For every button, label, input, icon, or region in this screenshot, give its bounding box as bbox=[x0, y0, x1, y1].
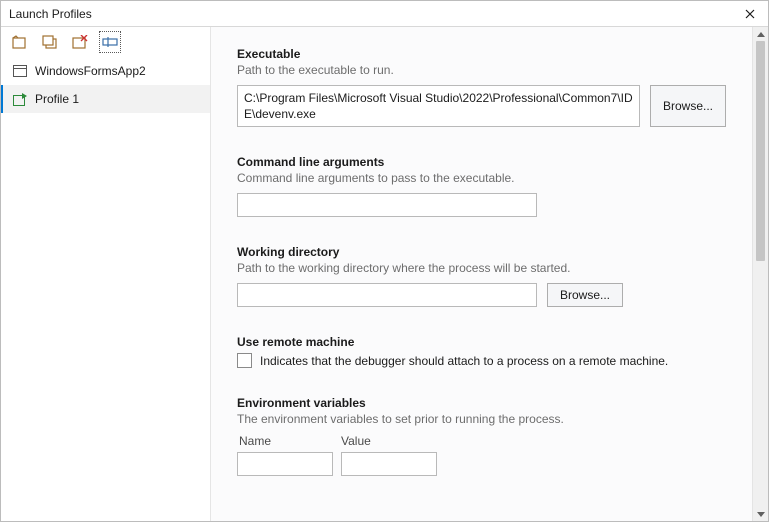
args-heading: Command line arguments bbox=[237, 155, 726, 169]
profile-item-label: WindowsFormsApp2 bbox=[35, 64, 146, 78]
profile-item-profile1[interactable]: Profile 1 bbox=[1, 85, 210, 113]
vertical-scrollbar[interactable] bbox=[752, 27, 768, 521]
env-desc: The environment variables to set prior t… bbox=[237, 412, 726, 426]
env-col-value: Value bbox=[341, 434, 371, 448]
titlebar: Launch Profiles bbox=[1, 1, 768, 27]
main-area: WindowsFormsApp2 Profile 1 Executable Pa… bbox=[1, 27, 768, 521]
profiles-list: WindowsFormsApp2 Profile 1 bbox=[1, 57, 210, 521]
remote-heading: Use remote machine bbox=[237, 335, 726, 349]
exe-icon bbox=[13, 93, 27, 106]
env-heading: Environment variables bbox=[237, 396, 726, 410]
content-wrap: Executable Path to the executable to run… bbox=[211, 27, 768, 521]
window-icon bbox=[13, 65, 27, 77]
executable-input[interactable]: C:\Program Files\Microsoft Visual Studio… bbox=[237, 85, 640, 127]
profile-item-label: Profile 1 bbox=[35, 92, 79, 106]
executable-desc: Path to the executable to run. bbox=[237, 63, 726, 77]
args-input[interactable] bbox=[237, 193, 537, 217]
workdir-desc: Path to the working directory where the … bbox=[237, 261, 726, 275]
env-col-name: Name bbox=[239, 434, 271, 448]
section-env: Environment variables The environment va… bbox=[237, 396, 726, 476]
workdir-heading: Working directory bbox=[237, 245, 726, 259]
workdir-input[interactable] bbox=[237, 283, 537, 307]
duplicate-profile-icon[interactable] bbox=[41, 33, 59, 51]
remote-label: Indicates that the debugger should attac… bbox=[260, 354, 668, 368]
delete-profile-icon[interactable] bbox=[71, 33, 89, 51]
rename-profile-icon[interactable] bbox=[101, 33, 119, 51]
scroll-up-icon[interactable] bbox=[753, 27, 768, 41]
env-name-input[interactable] bbox=[237, 452, 333, 476]
sidebar: WindowsFormsApp2 Profile 1 bbox=[1, 27, 211, 521]
section-workdir: Working directory Path to the working di… bbox=[237, 245, 726, 307]
close-button[interactable] bbox=[736, 3, 764, 25]
window-title: Launch Profiles bbox=[9, 7, 736, 21]
executable-browse-button[interactable]: Browse... bbox=[650, 85, 726, 127]
scroll-down-icon[interactable] bbox=[753, 507, 768, 521]
section-args: Command line arguments Command line argu… bbox=[237, 155, 726, 217]
executable-heading: Executable bbox=[237, 47, 726, 61]
sidebar-toolbar bbox=[1, 27, 210, 57]
scrollbar-thumb[interactable] bbox=[756, 41, 765, 261]
profile-item-windowsformsapp2[interactable]: WindowsFormsApp2 bbox=[1, 57, 210, 85]
env-value-input[interactable] bbox=[341, 452, 437, 476]
section-remote: Use remote machine Indicates that the de… bbox=[237, 335, 726, 368]
content: Executable Path to the executable to run… bbox=[211, 27, 752, 521]
args-desc: Command line arguments to pass to the ex… bbox=[237, 171, 726, 185]
new-profile-icon[interactable] bbox=[11, 33, 29, 51]
workdir-browse-button[interactable]: Browse... bbox=[547, 283, 623, 307]
section-executable: Executable Path to the executable to run… bbox=[237, 47, 726, 127]
remote-checkbox[interactable] bbox=[237, 353, 252, 368]
